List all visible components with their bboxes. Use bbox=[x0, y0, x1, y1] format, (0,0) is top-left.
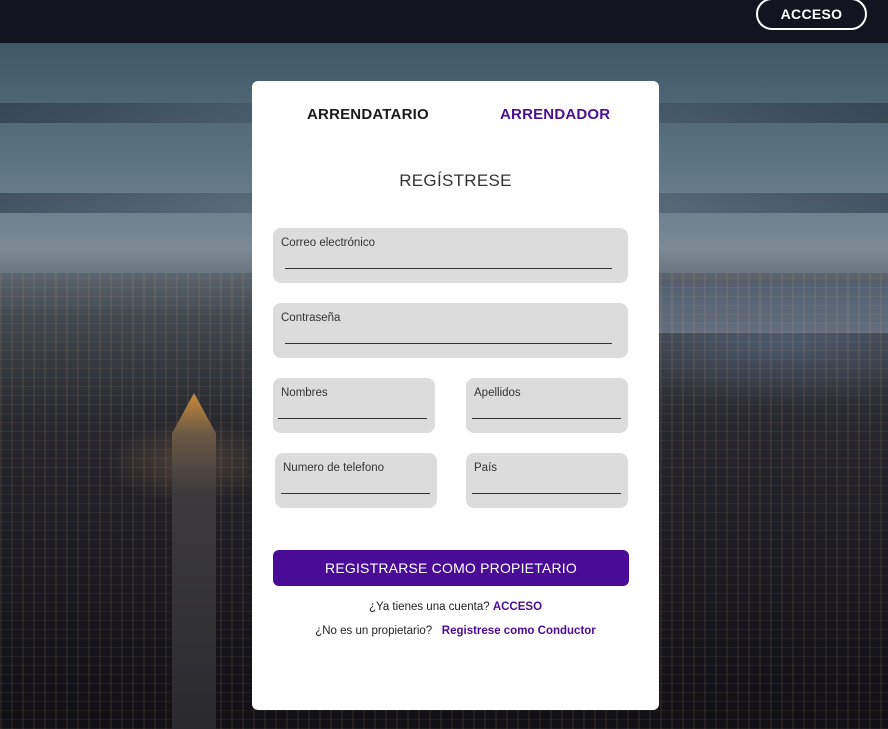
form-title: REGÍSTRESE bbox=[399, 171, 512, 190]
password-field-label: Contraseña bbox=[281, 312, 341, 324]
top-navigation-bar: ACCESO bbox=[0, 0, 888, 43]
not-owner-text: ¿No es un propietario? bbox=[315, 625, 433, 637]
password-field[interactable]: Contraseña bbox=[273, 303, 628, 358]
phone-field-underline bbox=[281, 493, 430, 494]
register-owner-button[interactable]: REGISTRARSE COMO PROPIETARIO bbox=[273, 550, 629, 586]
phone-field[interactable]: Numero de telefono bbox=[275, 453, 437, 508]
first-name-field[interactable]: Nombres bbox=[273, 378, 435, 433]
have-account-row: ¿Ya tienes una cuenta? ACCESO bbox=[252, 601, 659, 613]
country-field-label: País bbox=[474, 462, 498, 474]
email-field[interactable]: Correo electrónico bbox=[273, 228, 628, 283]
last-name-field-underline bbox=[472, 418, 621, 419]
phone-field-label: Numero de telefono bbox=[283, 462, 385, 474]
last-name-field-label: Apellidos bbox=[474, 387, 521, 399]
first-name-field-underline bbox=[278, 418, 427, 419]
login-link[interactable]: ACCESO bbox=[493, 601, 542, 613]
register-driver-link[interactable]: Registrese como Conductor bbox=[442, 625, 596, 637]
last-name-field[interactable]: Apellidos bbox=[466, 378, 628, 433]
have-account-text: ¿Ya tienes una cuenta? bbox=[368, 601, 490, 613]
tab-landlord[interactable]: ARRENDADOR bbox=[500, 106, 610, 123]
password-field-underline bbox=[285, 343, 612, 344]
email-field-underline bbox=[285, 268, 612, 269]
header-login-button[interactable]: ACCESO bbox=[756, 0, 867, 30]
not-owner-row: ¿No es un propietario? Registrese como C… bbox=[252, 625, 659, 637]
email-field-label: Correo electrónico bbox=[281, 237, 375, 249]
first-name-field-label: Nombres bbox=[281, 387, 328, 399]
registration-card: ARRENDATARIO ARRENDADOR REGÍSTRESE Corre… bbox=[252, 81, 659, 710]
tab-renter[interactable]: ARRENDATARIO bbox=[307, 106, 429, 123]
country-field[interactable]: País bbox=[466, 453, 628, 508]
country-field-underline bbox=[472, 493, 621, 494]
lit-tower bbox=[172, 393, 216, 729]
